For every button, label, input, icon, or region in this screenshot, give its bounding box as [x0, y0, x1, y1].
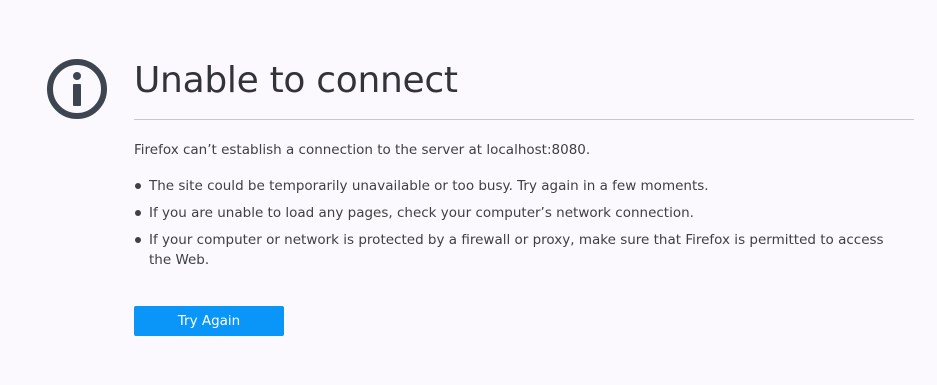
list-item: If you are unable to load any pages, che… — [134, 203, 904, 223]
list-item: If your computer or network is protected… — [134, 230, 904, 270]
error-page: Unable to connect Firefox can’t establis… — [0, 0, 937, 385]
info-icon — [47, 59, 107, 119]
page-title: Unable to connect — [134, 60, 458, 101]
error-description: Firefox can’t establish a connection to … — [134, 142, 591, 158]
try-again-button[interactable]: Try Again — [134, 306, 284, 336]
title-divider — [134, 119, 914, 120]
reasons-list: The site could be temporarily unavailabl… — [134, 176, 904, 277]
list-item: The site could be temporarily unavailabl… — [134, 176, 904, 196]
